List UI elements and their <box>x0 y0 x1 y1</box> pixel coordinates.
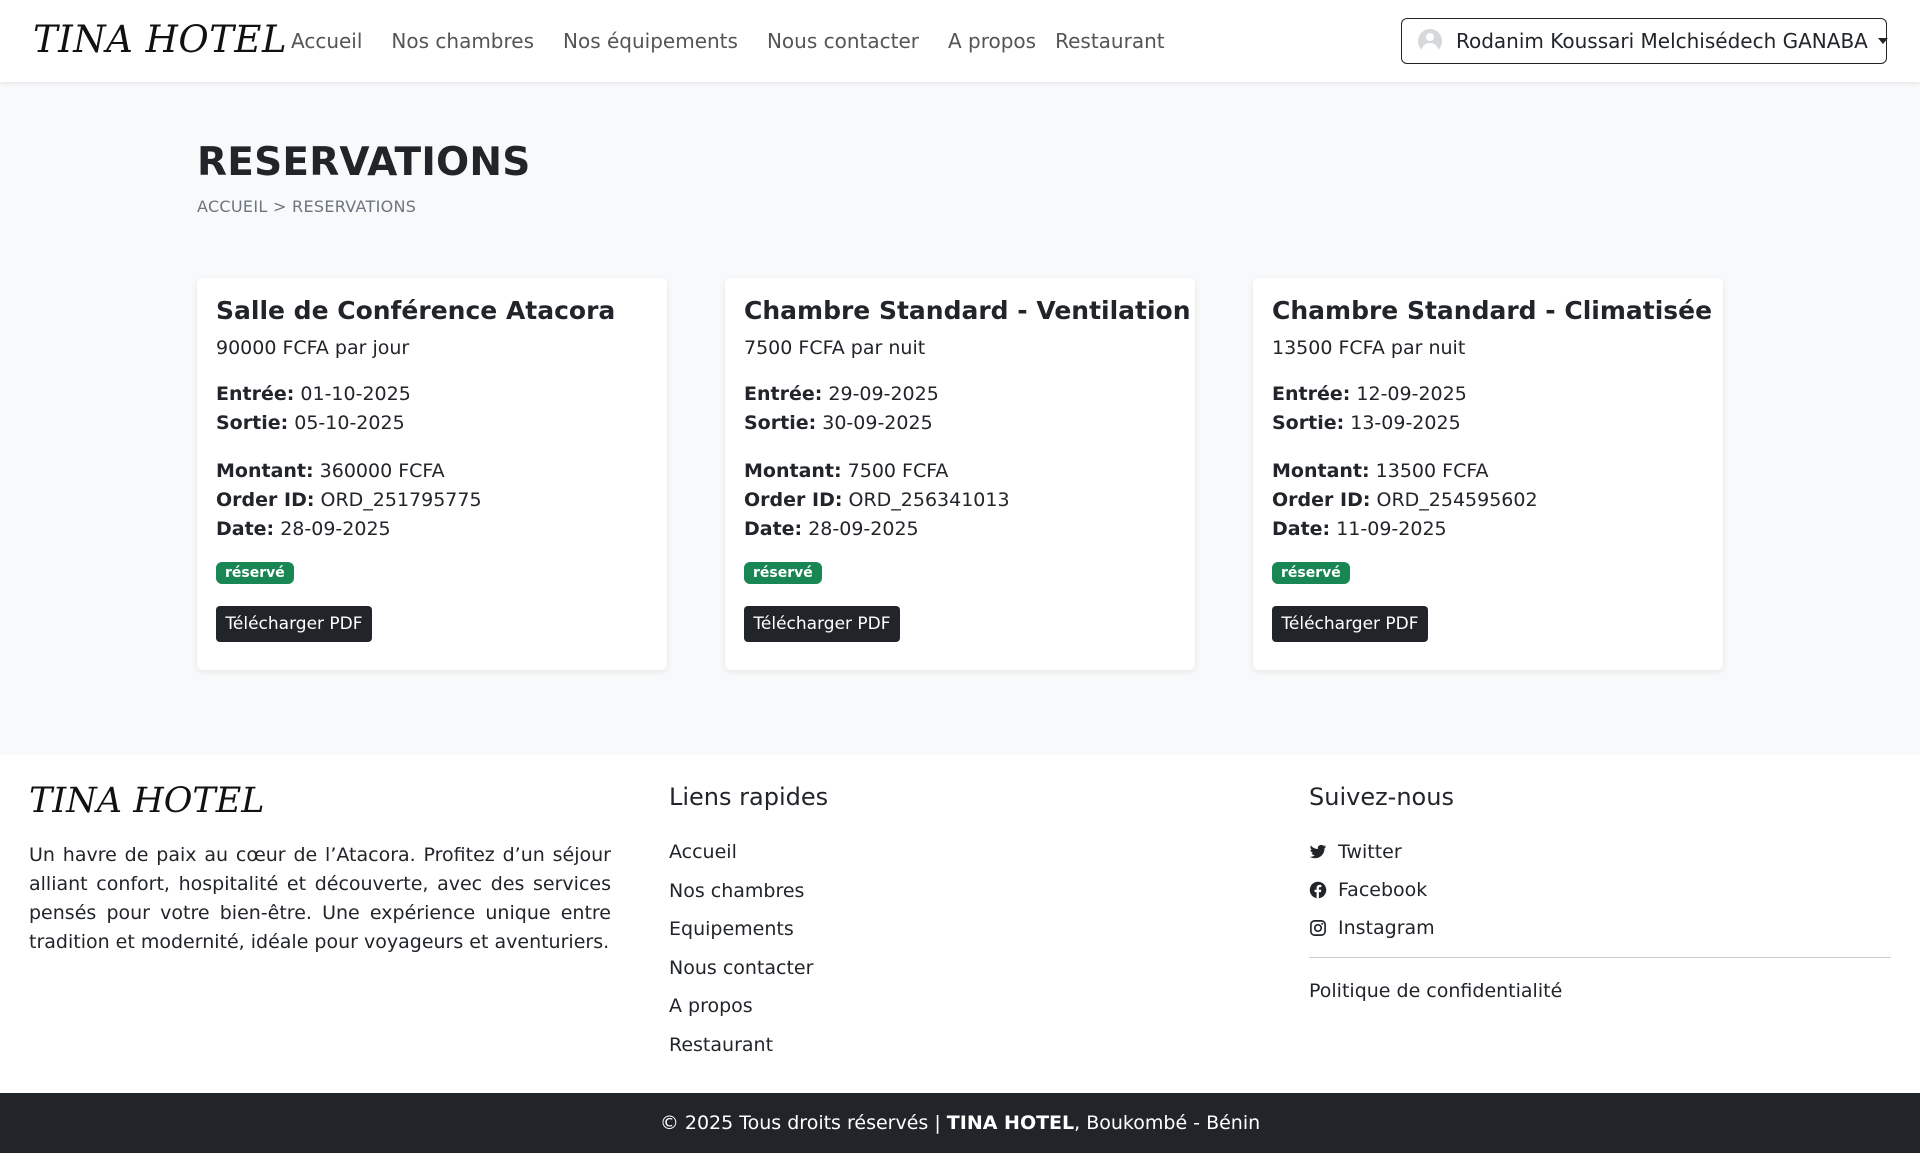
download-pdf-button[interactable]: Télécharger PDF <box>1272 606 1428 642</box>
footer-link-accueil[interactable]: Accueil <box>669 833 813 872</box>
nav-link-equipements[interactable]: Nos équipements <box>563 29 738 53</box>
card-price: 13500 FCFA par nuit <box>1272 337 1466 359</box>
card-title: Chambre Standard - Ventilation <box>744 296 1191 325</box>
sortie-line: Sortie: 13-09-2025 <box>1272 412 1461 434</box>
download-pdf-button[interactable]: Télécharger PDF <box>744 606 900 642</box>
nav-link-chambres[interactable]: Nos chambres <box>391 29 534 53</box>
date-line: Date: 28-09-2025 <box>744 518 919 540</box>
card-price: 90000 FCFA par jour <box>216 337 410 359</box>
entree-line: Entrée: 29-09-2025 <box>744 383 939 405</box>
download-pdf-button[interactable]: Télécharger PDF <box>216 606 372 642</box>
quick-links: Accueil Nos chambres Equipements Nous co… <box>669 833 813 1064</box>
nav-link-apropos[interactable]: A propos <box>948 29 1036 53</box>
entree-line: Entrée: 12-09-2025 <box>1272 383 1467 405</box>
footer-link-equipements[interactable]: Equipements <box>669 910 813 949</box>
date-line: Date: 28-09-2025 <box>216 518 391 540</box>
date-line: Date: 11-09-2025 <box>1272 518 1447 540</box>
quick-links-title: Liens rapides <box>669 783 829 811</box>
chevron-down-icon <box>1877 38 1888 44</box>
social-links: Twitter Facebook Instagram <box>1309 833 1435 947</box>
nav-link-restaurant[interactable]: Restaurant <box>1055 29 1165 53</box>
montant-line: Montant: 7500 FCFA <box>744 460 949 482</box>
montant-line: Montant: 13500 FCFA <box>1272 460 1489 482</box>
copyright-brand: TINA HOTEL <box>946 1112 1075 1134</box>
instagram-icon <box>1310 920 1326 936</box>
privacy-link[interactable]: Politique de confidentialité <box>1309 980 1562 1002</box>
social-link-instagram[interactable]: Instagram <box>1309 909 1435 947</box>
footer-description: Un havre de paix au cœur de l’Atacora. P… <box>29 844 611 953</box>
footer-brand: TINA HOTEL <box>29 781 265 821</box>
nav-link-contact[interactable]: Nous contacter <box>767 29 919 53</box>
reservation-card: Salle de Conférence Atacora 90000 FCFA p… <box>197 278 667 670</box>
brand-logo[interactable]: TINA HOTEL <box>33 18 287 61</box>
status-badge: réservé <box>216 562 294 584</box>
montant-line: Montant: 360000 FCFA <box>216 460 445 482</box>
copyright-prefix: © 2025 Tous droits réservés | <box>659 1112 941 1134</box>
user-menu-button[interactable]: Rodanim Koussari Melchisédech GANABA <box>1401 18 1888 64</box>
footer-link-restaurant[interactable]: Restaurant <box>669 1026 813 1065</box>
facebook-icon <box>1309 881 1327 899</box>
nav-links: Accueil Nos chambres Nos équipements Nou… <box>291 0 1194 82</box>
sortie-line: Sortie: 05-10-2025 <box>216 412 405 434</box>
order-id-line: Order ID: ORD_251795775 <box>216 489 482 511</box>
social-link-twitter[interactable]: Twitter <box>1309 833 1435 871</box>
copyright-suffix: , Boukombé - Bénin <box>1074 1112 1261 1134</box>
sortie-line: Sortie: 30-09-2025 <box>744 412 933 434</box>
status-badge: réservé <box>744 562 822 584</box>
avatar <box>1418 29 1442 53</box>
navbar: TINA HOTEL Accueil Nos chambres Nos équi… <box>0 0 1920 82</box>
footer: TINA HOTEL Un havre de paix au cœur de l… <box>0 755 1920 1093</box>
card-title: Chambre Standard - Climatisée <box>1272 296 1713 325</box>
footer-link-chambres[interactable]: Nos chambres <box>669 872 813 911</box>
footer-link-contact[interactable]: Nous contacter <box>669 949 813 988</box>
social-title: Suivez-nous <box>1309 783 1454 811</box>
order-id-line: Order ID: ORD_256341013 <box>744 489 1010 511</box>
social-link-facebook[interactable]: Facebook <box>1309 871 1435 909</box>
twitter-icon <box>1309 844 1327 859</box>
card-title: Salle de Conférence Atacora <box>216 296 616 325</box>
footer-divider <box>1309 957 1891 958</box>
entree-line: Entrée: 01-10-2025 <box>216 383 411 405</box>
reservation-card: Chambre Standard - Ventilation 7500 FCFA… <box>725 278 1195 670</box>
nav-link-accueil[interactable]: Accueil <box>291 29 362 53</box>
footer-link-apropos[interactable]: A propos <box>669 987 813 1026</box>
status-badge: réservé <box>1272 562 1350 584</box>
copyright-bar: © 2025 Tous droits réservés | TINA HOTEL… <box>0 1093 1920 1153</box>
card-price: 7500 FCFA par nuit <box>744 337 926 359</box>
order-id-line: Order ID: ORD_254595602 <box>1272 489 1538 511</box>
user-name: Rodanim Koussari Melchisédech GANABA <box>1456 29 1868 53</box>
reservation-card: Chambre Standard - Climatisée 13500 FCFA… <box>1253 278 1723 670</box>
page-title: RESERVATIONS <box>197 140 531 185</box>
breadcrumb: ACCUEIL > RESERVATIONS <box>197 197 417 216</box>
